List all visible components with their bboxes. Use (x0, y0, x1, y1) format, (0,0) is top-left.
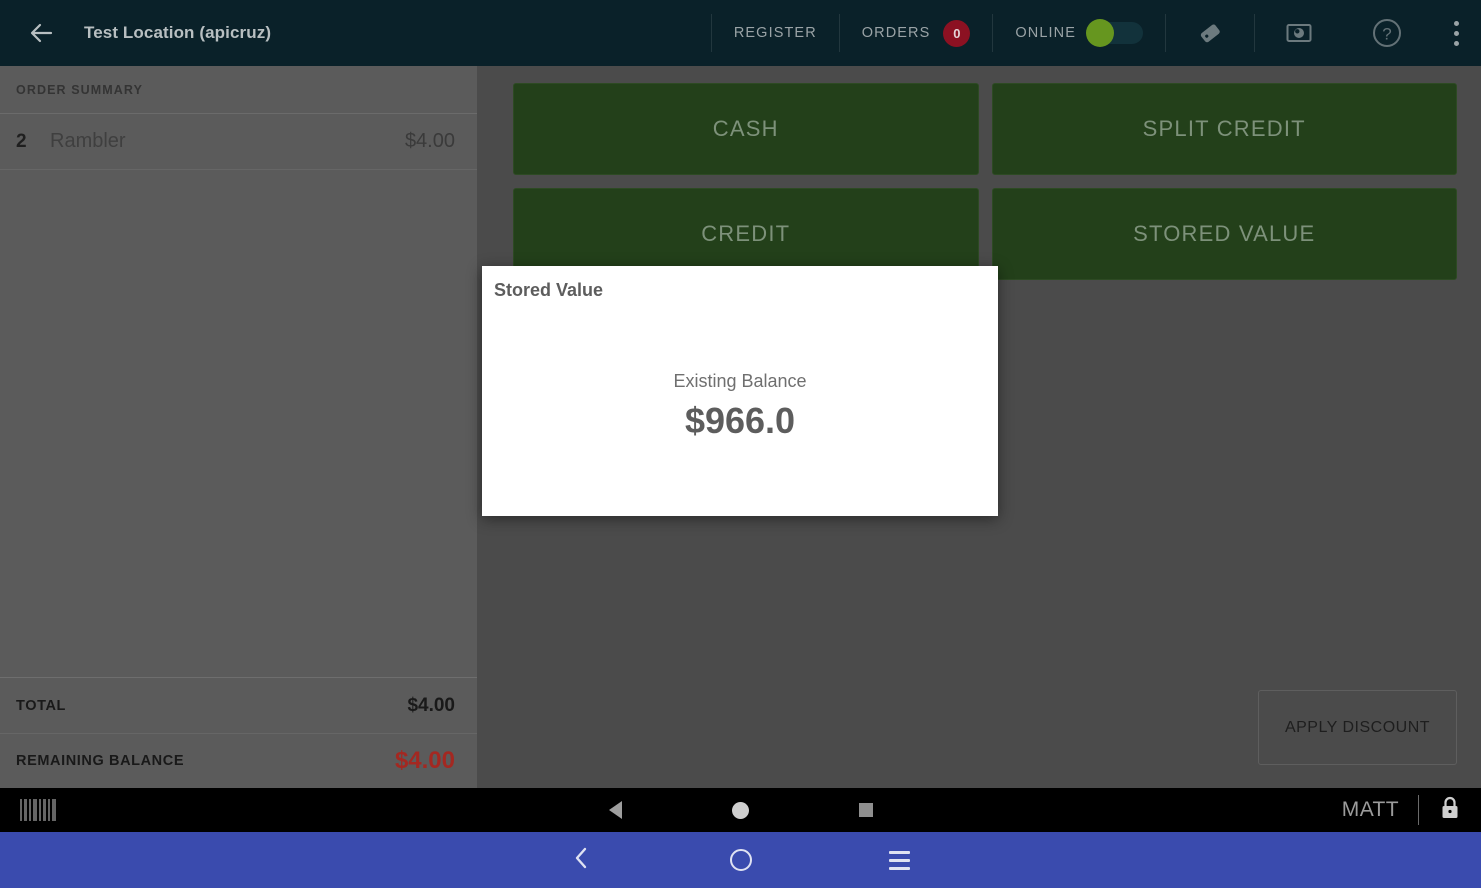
camera-icon (1277, 11, 1321, 55)
top-app-bar-left: Test Location (apicruz) (0, 16, 711, 50)
order-line-price: $4.00 (404, 130, 455, 152)
tab-register[interactable]: REGISTER (712, 0, 839, 66)
help-circle-icon: ? (1365, 11, 1409, 55)
existing-balance-label: Existing Balance (673, 371, 807, 391)
lock-button[interactable] (1419, 788, 1481, 832)
status-bar-right: MATT (1342, 788, 1481, 832)
pay-stored-value-button[interactable]: STORED VALUE (991, 188, 1457, 280)
existing-balance-value: $966.0 (684, 400, 796, 441)
dialog-body: Existing Balance $966.0 (482, 372, 998, 439)
order-line-item[interactable]: 2 Rambler $4.00 (0, 114, 477, 170)
svg-text:?: ? (1382, 25, 1391, 44)
dialog-title: Stored Value (494, 280, 604, 300)
tab-orders-label: ORDERS (861, 25, 931, 41)
orders-count-badge: 0 (943, 19, 971, 47)
remaining-balance-value: $4.00 (394, 747, 455, 774)
remaining-balance-row: REMAINING BALANCE $4.00 (0, 733, 477, 788)
current-user-label: MATT (1341, 798, 1399, 821)
system-status-bar: MATT (0, 788, 1481, 832)
apply-discount-button[interactable]: APPLY DISCOUNT (1258, 690, 1457, 765)
pos-screen: Test Location (apicruz) REGISTER ORDERS … (0, 0, 1481, 888)
total-row: TOTAL $4.00 (0, 678, 477, 733)
nav-back-button[interactable] (558, 836, 606, 884)
system-back-icon[interactable] (608, 801, 622, 819)
chevron-left-icon (571, 845, 593, 876)
total-value: $4.00 (407, 694, 455, 716)
order-totals: TOTAL $4.00 REMAINING BALANCE $4.00 (0, 677, 477, 788)
lock-icon (1439, 795, 1461, 826)
android-navigation-bar (0, 832, 1481, 888)
hamburger-icon (889, 850, 910, 870)
system-recents-icon[interactable] (858, 803, 873, 817)
payment-method-grid: CASH SPLIT CREDIT CREDIT STORED VALUE (513, 83, 1457, 280)
system-navigation-group (0, 788, 1481, 832)
tab-orders[interactable]: ORDERS 0 (840, 0, 993, 66)
more-vertical-icon (1453, 20, 1459, 46)
online-toggle[interactable]: ONLINE (993, 0, 1165, 66)
remaining-balance-label: REMAINING BALANCE (16, 753, 185, 769)
top-app-bar-right: REGISTER ORDERS 0 ONLINE ? (710, 0, 1481, 66)
order-summary-sidebar: ORDER SUMMARY 2 Rambler $4.00 TOTAL $4.0… (0, 66, 477, 788)
online-label: ONLINE (1015, 25, 1076, 41)
total-label: TOTAL (16, 697, 66, 714)
order-line-name: Rambler (50, 130, 126, 152)
online-switch[interactable] (1086, 19, 1143, 47)
tab-register-label: REGISTER (733, 25, 817, 41)
page-title: Test Location (apicruz) (84, 23, 272, 42)
pay-split-credit-button[interactable]: SPLIT CREDIT (991, 83, 1457, 175)
back-arrow-icon[interactable] (24, 16, 58, 50)
nav-home-button[interactable] (717, 836, 765, 884)
circle-icon (729, 849, 752, 871)
order-summary-header: ORDER SUMMARY (0, 66, 477, 114)
tag-icon (1188, 11, 1232, 55)
nav-menu-button[interactable] (876, 836, 924, 884)
online-switch-knob (1086, 19, 1114, 47)
stored-value-dialog: Stored Value Existing Balance $966.0 (482, 266, 998, 516)
top-app-bar: Test Location (apicruz) REGISTER ORDERS … (0, 0, 1481, 66)
pay-cash-button[interactable]: CASH (513, 83, 979, 175)
camera-button[interactable] (1255, 0, 1343, 66)
barcode-icon[interactable] (20, 799, 56, 821)
overflow-menu-button[interactable] (1431, 0, 1481, 66)
order-line-quantity: 2 (16, 130, 27, 152)
help-button[interactable]: ? (1343, 0, 1431, 66)
system-home-icon[interactable] (731, 801, 749, 819)
tag-button[interactable] (1166, 0, 1254, 66)
